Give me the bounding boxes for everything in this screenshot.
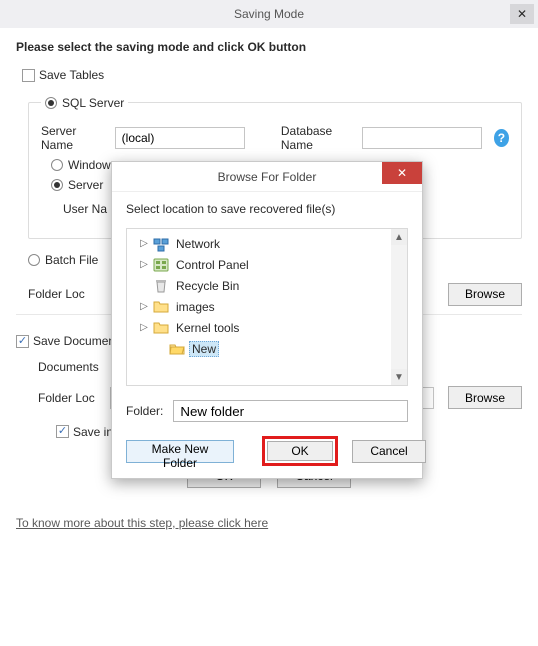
- save-tables-label: Save Tables: [39, 68, 104, 82]
- dialog-instruction: Select location to save recovered file(s…: [126, 202, 408, 216]
- tree-node-kernel-tools[interactable]: ▷ Kernel tools: [135, 317, 399, 338]
- folder-open-icon: [169, 341, 185, 357]
- make-new-folder-button[interactable]: Make New Folder: [126, 440, 234, 463]
- tree-node-recycle-bin[interactable]: Recycle Bin: [135, 275, 399, 296]
- docs-folder-label: Folder Loc: [38, 391, 102, 405]
- network-icon: [153, 236, 169, 252]
- folder-field-label: Folder:: [126, 404, 163, 418]
- batch-browse-button[interactable]: Browse: [448, 283, 522, 306]
- ok-highlight-marker: OK: [262, 436, 338, 466]
- close-icon: ✕: [397, 166, 407, 180]
- tree-node-images[interactable]: ▷ images: [135, 296, 399, 317]
- save-documents-label: Save Documen: [33, 334, 115, 348]
- batch-file-label: Batch File: [45, 253, 98, 267]
- close-icon: ✕: [517, 7, 527, 21]
- tree-node-label: Kernel tools: [173, 320, 242, 336]
- save-documents-checkbox[interactable]: Save Documen: [16, 334, 115, 348]
- windows-auth-radio[interactable]: Window: [51, 158, 111, 172]
- folder-icon: [153, 299, 169, 315]
- instruction-text: Please select the saving mode and click …: [16, 40, 522, 54]
- radio-off-icon: [51, 159, 63, 171]
- browse-folder-dialog: Browse For Folder ✕ Select location to s…: [111, 161, 423, 479]
- server-auth-label: Server: [68, 178, 103, 192]
- window-close-button[interactable]: ✕: [510, 4, 534, 24]
- save-tables-checkbox[interactable]: Save Tables: [22, 68, 104, 82]
- folder-tree: ▷ Network ▷ Control Panel Recycle Bin ▷ images…: [126, 228, 408, 386]
- expand-icon: ▷: [139, 238, 149, 249]
- dialog-titlebar: Browse For Folder ✕: [112, 162, 422, 192]
- sql-server-label: SQL Server: [62, 96, 124, 110]
- window-title: Saving Mode: [234, 7, 304, 21]
- dialog-close-button[interactable]: ✕: [382, 162, 422, 184]
- tree-node-label: Network: [173, 236, 223, 252]
- scroll-up-button[interactable]: ▲: [391, 229, 407, 245]
- tree-node-new[interactable]: New: [135, 338, 399, 359]
- tree-node-control-panel[interactable]: ▷ Control Panel: [135, 254, 399, 275]
- recycle-icon: [153, 278, 169, 294]
- scrollbar-track[interactable]: [391, 245, 407, 369]
- checkbox-icon: [22, 69, 35, 82]
- radio-on-icon: [45, 97, 57, 109]
- help-icon[interactable]: ?: [494, 129, 509, 147]
- tree-node-network[interactable]: ▷ Network: [135, 233, 399, 254]
- learn-more-link[interactable]: To know more about this step, please cli…: [16, 516, 268, 530]
- scroll-down-button[interactable]: ▼: [391, 369, 407, 385]
- cpanel-icon: [153, 257, 169, 273]
- server-name-input[interactable]: [115, 127, 245, 149]
- dialog-ok-button[interactable]: OK: [267, 441, 333, 461]
- tree-node-label: Recycle Bin: [173, 278, 242, 294]
- tree-node-label: New: [189, 341, 219, 357]
- radio-on-icon: [51, 179, 63, 191]
- server-name-label: Server Name: [41, 124, 107, 152]
- dialog-title: Browse For Folder: [218, 170, 317, 184]
- folder-name-input[interactable]: [173, 400, 408, 422]
- expand-icon: ▷: [139, 259, 149, 270]
- windows-auth-label: Window: [68, 158, 111, 172]
- docs-browse-button[interactable]: Browse: [448, 386, 522, 409]
- database-name-label: Database Name: [281, 124, 354, 152]
- folder-icon: [153, 320, 169, 336]
- expand-icon: ▷: [139, 322, 149, 333]
- tree-node-label: images: [173, 299, 218, 315]
- server-auth-radio[interactable]: Server: [51, 178, 103, 192]
- batch-folder-label: Folder Loc: [28, 287, 92, 301]
- tree-node-label: Control Panel: [173, 257, 252, 273]
- database-name-input[interactable]: [362, 127, 482, 149]
- expand-icon: ▷: [139, 301, 149, 312]
- batch-file-radio[interactable]: Batch File: [28, 253, 98, 267]
- checkbox-checked-icon: [16, 335, 29, 348]
- dialog-cancel-button[interactable]: Cancel: [352, 440, 426, 463]
- checkbox-checked-icon: [56, 425, 69, 438]
- sql-server-radio[interactable]: SQL Server: [45, 96, 124, 110]
- titlebar: Saving Mode ✕: [0, 0, 538, 28]
- radio-off-icon: [28, 254, 40, 266]
